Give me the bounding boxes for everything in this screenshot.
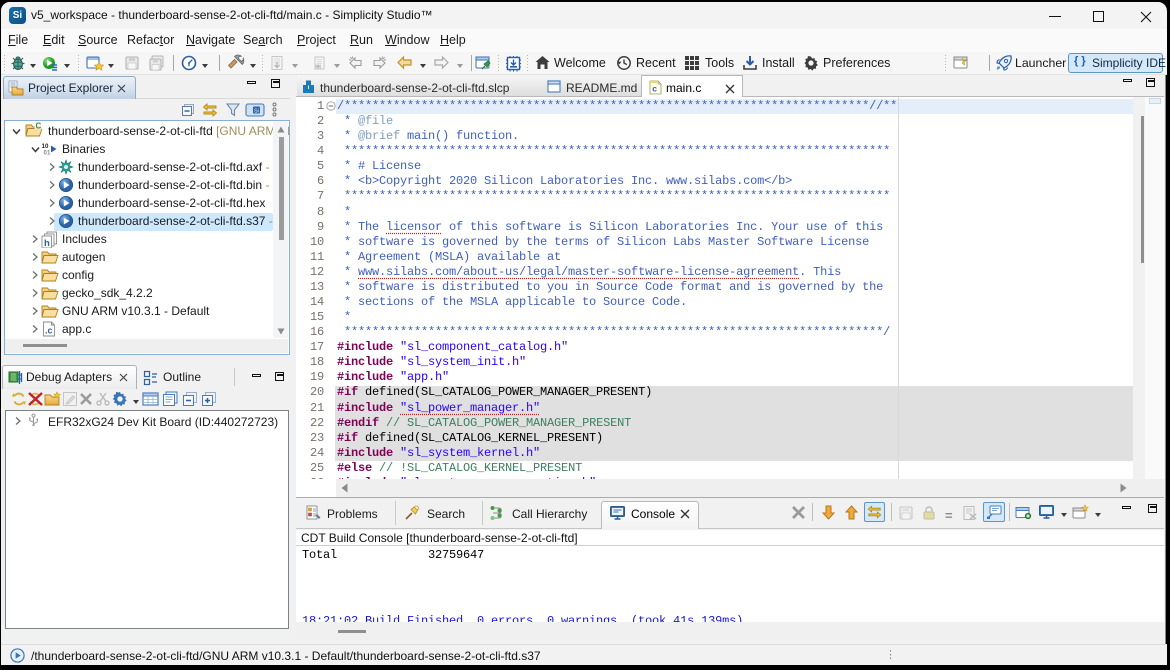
svg-text:c: c (652, 84, 657, 94)
svg-text:C: C (36, 122, 42, 131)
svg-text:01: 01 (44, 150, 51, 157)
svg-text:Si: Si (254, 108, 259, 114)
svg-text:.c: .c (45, 326, 53, 336)
svg-text:h: h (44, 238, 50, 248)
